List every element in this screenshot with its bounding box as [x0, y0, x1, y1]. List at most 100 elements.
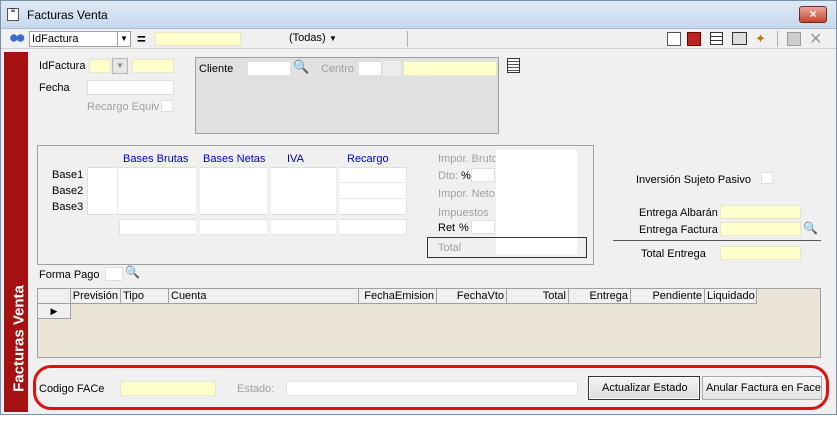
dto-input[interactable] [471, 168, 495, 182]
close-button[interactable]: × [799, 6, 827, 23]
grid-col-entrega[interactable]: Entrega [569, 289, 631, 304]
grid-corner [38, 289, 71, 304]
estado-input[interactable] [286, 381, 578, 396]
window-icon[interactable] [732, 32, 747, 45]
col-recargo: Recargo [347, 153, 389, 165]
centro-input[interactable] [358, 61, 382, 76]
bases-grid-row [339, 198, 407, 199]
col-bases-netas: Bases Netas [203, 153, 266, 165]
grid-row-selector[interactable]: ▶ [38, 304, 71, 319]
entrega-divider [613, 240, 821, 241]
total-label: Total [438, 242, 462, 254]
entrega-albaran-input[interactable] [720, 205, 801, 219]
idfactura-number-input[interactable] [132, 59, 174, 73]
binoculars-icon[interactable] [9, 31, 25, 45]
base1-label: Base1 [52, 169, 84, 181]
impor-bruto-label: Impor. Bruto [438, 153, 498, 165]
window-title: Facturas Venta [27, 8, 108, 22]
entrega-factura-input[interactable] [720, 222, 801, 236]
edit-icon[interactable] [667, 32, 681, 46]
copy-icon[interactable] [687, 32, 701, 46]
actualizar-estado-label: Actualizar Estado [602, 382, 688, 394]
app-icon: ≡ [7, 7, 19, 21]
title-bar: ≡ Facturas Venta × [1, 1, 836, 29]
centro-code-input[interactable] [383, 61, 401, 76]
fecha-input[interactable] [87, 80, 174, 95]
grid-col-tipo[interactable]: Tipo [121, 289, 169, 304]
idfactura-dropdown[interactable]: ▼ [112, 58, 128, 74]
cliente-label: Cliente [199, 63, 234, 75]
total-entrega-input[interactable] [720, 246, 801, 260]
ret-pct: % [459, 222, 469, 234]
grid-col-prevision[interactable]: Previsión [71, 289, 121, 304]
grid-col-pendiente[interactable]: Pendiente [631, 289, 705, 304]
centro-name-input[interactable] [403, 61, 497, 76]
dto-label: Dto: [438, 170, 459, 182]
toolbar-separator [407, 31, 408, 47]
search-icon[interactable]: 🔍 [125, 265, 140, 279]
idfactura-series-input[interactable] [89, 59, 111, 73]
forma-pago-input[interactable] [105, 267, 123, 281]
chevron-down-icon: ▼ [116, 61, 124, 70]
codigo-face-label: Codigo FACe [39, 383, 105, 395]
chevron-down-icon[interactable]: ▼ [327, 32, 339, 46]
recargo-label: Recargo Equiv [87, 101, 160, 113]
grid-col-liquidado[interactable]: Liquidado [705, 289, 757, 304]
save-icon[interactable] [787, 32, 801, 46]
sidebar-label: Facturas Venta [10, 285, 28, 392]
bases-grid-col [336, 167, 339, 215]
ret-label: Ret [438, 222, 456, 234]
totals-row-col [336, 219, 339, 235]
actualizar-estado-button[interactable]: Actualizar Estado [588, 376, 700, 400]
bases-totals-row[interactable] [119, 219, 407, 235]
totals-row-col [267, 219, 271, 235]
filter-value-input[interactable] [155, 32, 241, 46]
inversion-label: Inversión Sujeto Pasivo [636, 174, 751, 186]
inversion-checkbox[interactable] [761, 172, 773, 184]
impuestos-label: Impuestos [438, 207, 489, 219]
notes-icon[interactable] [507, 58, 520, 73]
ret-input[interactable] [471, 220, 495, 234]
base3-label: Base3 [52, 201, 84, 213]
grid-col-cuenta[interactable]: Cuenta [169, 289, 359, 304]
chevron-down-icon[interactable]: ▼ [117, 32, 130, 46]
close-icon[interactable]: ✕ [809, 29, 822, 49]
total-entrega-label: Total Entrega [641, 248, 706, 260]
table-icon[interactable] [710, 32, 723, 45]
anular-factura-label: Anular Factura en Face [706, 382, 821, 394]
col-iva: IVA [287, 153, 304, 165]
bases-grid-row [339, 182, 407, 183]
col-bases-brutas: Bases Brutas [123, 153, 189, 165]
anular-factura-button[interactable]: Anular Factura en Face [702, 376, 822, 400]
field-select-value: IdFactura [32, 33, 79, 45]
bases-grid-col [196, 167, 200, 215]
search-icon[interactable]: 🔍 [293, 60, 309, 74]
invoice-window: ≡ Facturas Venta × IdFactura ▼ = (Todas)… [0, 0, 837, 415]
entrega-factura-label: Entrega Factura [639, 224, 718, 236]
filter-select-value: (Todas) [289, 32, 326, 44]
search-icon[interactable]: 🔍 [803, 221, 818, 235]
totals-row-col [196, 219, 200, 235]
grid-col-fechavto[interactable]: FechaVto [437, 289, 507, 304]
grid-col-total[interactable]: Total [507, 289, 569, 304]
toolbar-separator [777, 31, 778, 47]
cliente-input[interactable] [247, 61, 291, 76]
bases-grid-col [267, 167, 271, 215]
grid-col-fechaemision[interactable]: FechaEmision [359, 289, 437, 304]
dto-pct: % [461, 170, 471, 182]
centro-label: Centro [321, 63, 355, 75]
bases-grid-col [117, 167, 118, 215]
estado-label: Estado: [237, 383, 275, 395]
filter-select[interactable]: (Todas) ▼ [287, 31, 339, 47]
codigo-face-input[interactable] [120, 381, 216, 396]
idfactura-label: IdFactura [39, 60, 86, 72]
fecha-label: Fecha [39, 82, 70, 94]
recargo-checkbox[interactable] [161, 100, 173, 112]
bases-grid[interactable] [87, 167, 407, 215]
base2-label: Base2 [52, 185, 84, 197]
forma-pago-label: Forma Pago [39, 269, 100, 281]
impor-neto-label: Impor. Neto [438, 188, 495, 200]
field-select[interactable]: IdFactura ▼ [29, 31, 131, 47]
ribbon-icon[interactable]: ✦ [755, 32, 771, 46]
entrega-albaran-label: Entrega Albarán [639, 207, 718, 219]
